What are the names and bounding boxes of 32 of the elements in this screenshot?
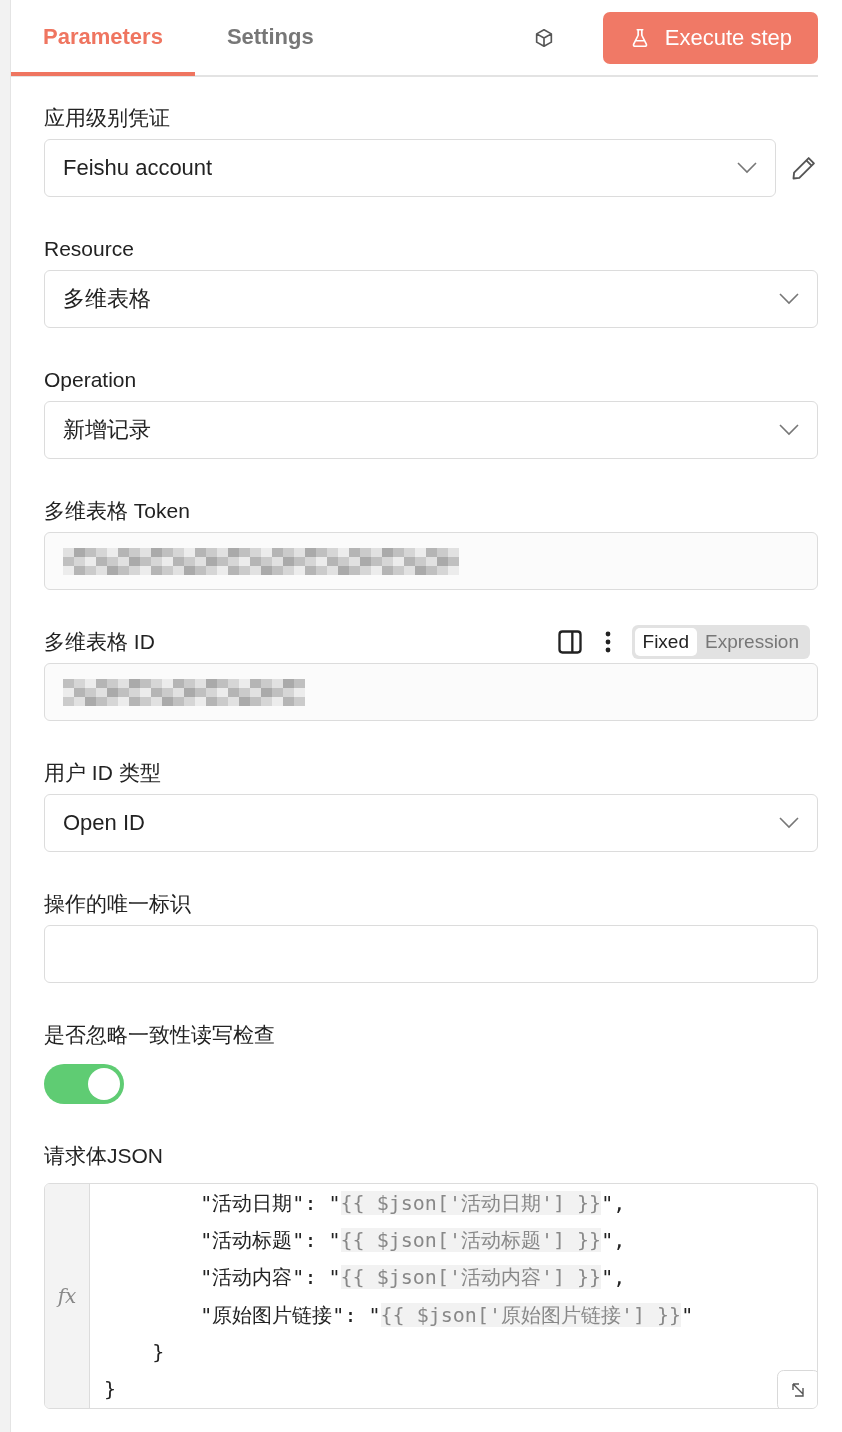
select-field[interactable]: 新增记录 [44,401,818,459]
code-line: } [151,1338,165,1366]
field-label: 应用级别凭证 [44,105,170,131]
chevron-down-icon [779,817,799,829]
chevron-down-icon [779,424,799,436]
field-label: 多维表格 ID [44,629,155,655]
field-label: 请求体JSON [44,1143,163,1169]
pencil-icon[interactable] [790,154,818,182]
fx-label: fx [57,1284,77,1308]
code-line: } [104,1376,117,1404]
expand-icon[interactable] [777,1370,817,1408]
panel-icon[interactable] [555,628,584,656]
field-label: 多维表格 Token [44,498,190,524]
tab[interactable]: Settings [194,1,346,76]
select-field[interactable]: 多维表格 [44,270,818,328]
more-icon[interactable] [603,629,612,655]
mode-option[interactable]: Fixed [634,628,697,656]
field-label: Operation [44,368,137,392]
field-label: 是否忽略一致性读写检查 [44,1022,275,1048]
field-label: 用户 ID 类型 [44,760,161,786]
toggle-switch[interactable] [44,1064,124,1104]
select-field[interactable]: Open ID [44,794,818,852]
chevron-down-icon [737,162,757,174]
input-field[interactable] [44,925,818,983]
code-editor[interactable]: fx "活动日期": "{{ $json['活动日期'] }}", "活动标题": "{{ $json['活动标题'] }}", "活动内容": "{{ $json['活动内容'] }}", "原始图片链接": "{{ $json['原始图片链接'] }}" } } [44,1183,818,1409]
field-label: Resource [44,237,134,261]
field-label: 操作的唯一标识 [44,891,191,917]
input-field[interactable] [44,532,818,590]
mode-option[interactable]: Expression [697,628,807,656]
input-field[interactable] [44,663,818,721]
chevron-down-icon [779,293,799,305]
select-field[interactable]: Feishu account [44,139,776,197]
